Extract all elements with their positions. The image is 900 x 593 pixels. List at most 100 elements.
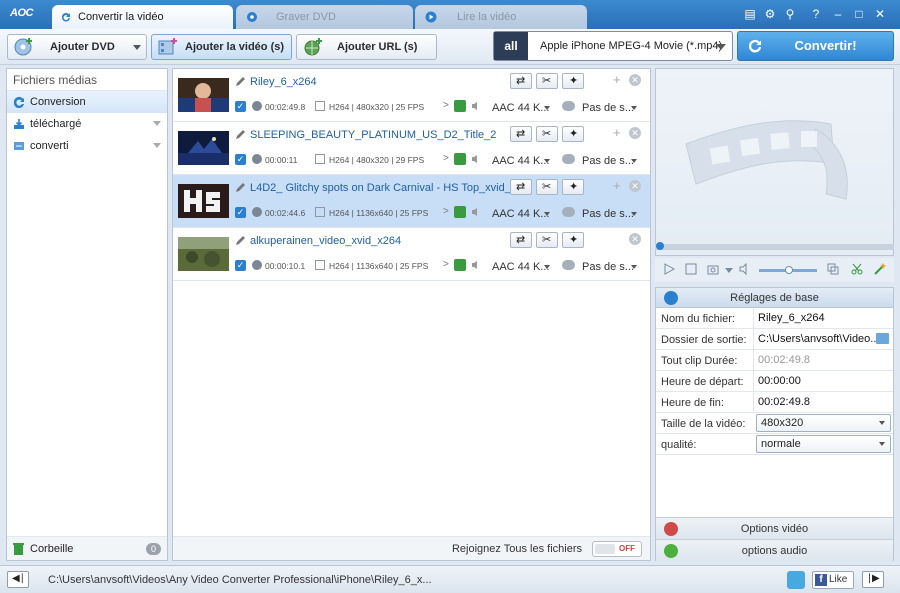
file-row[interactable]: alkuperainen_video_xvid_x264 ⇄ ✂ ✦ ✕ ✓ 0…: [173, 228, 650, 281]
close-icon[interactable]: ✕: [873, 7, 887, 21]
audio-track-select[interactable]: AAC 44 K...: [492, 261, 549, 273]
fullscreen-icon[interactable]: [827, 263, 839, 275]
seek-bar[interactable]: [655, 242, 894, 250]
remove-file-icon[interactable]: ✕: [629, 74, 641, 86]
clip-button[interactable]: ✂: [536, 126, 558, 142]
twitter-icon[interactable]: [787, 571, 805, 589]
chevron-down-icon[interactable]: [725, 268, 733, 273]
convert-format-button[interactable]: ⇄: [510, 179, 532, 195]
add-url-button[interactable]: Ajouter URL (s): [296, 34, 437, 60]
facebook-like-button[interactable]: f Like: [812, 571, 854, 589]
add-dvd-button[interactable]: Ajouter DVD: [7, 34, 147, 60]
output-profile-select[interactable]: all Apple iPhone MPEG-4 Movie (*.mp4): [493, 31, 733, 61]
video-options-button[interactable]: Options vidéo: [656, 517, 893, 539]
end-time-field[interactable]: 00:02:49.8: [753, 392, 893, 412]
quality-select[interactable]: normale: [756, 435, 891, 453]
minimize-icon[interactable]: –: [831, 7, 845, 21]
file-checkbox[interactable]: ✓: [235, 260, 246, 271]
clip-button[interactable]: ✂: [536, 179, 558, 195]
audio-track-select[interactable]: AAC 44 K...: [492, 155, 549, 167]
tools-icon[interactable]: ⚲: [783, 7, 797, 21]
convert-button[interactable]: Convertir!: [737, 31, 894, 61]
remove-file-icon[interactable]: ✕: [629, 180, 641, 192]
file-row[interactable]: Riley_6_x264 ⇄ ✂ ✦ + ✕ ✓ 00:02:49.8 H264…: [173, 69, 650, 122]
file-name[interactable]: SLEEPING_BEAUTY_PLATINUM_US_D2_Title_2: [250, 129, 496, 141]
convert-format-button[interactable]: ⇄: [510, 73, 532, 89]
add-output-icon[interactable]: +: [613, 178, 621, 193]
folder-icon[interactable]: [876, 333, 889, 344]
output-path[interactable]: C:\Users\anvsoft\Videos\Any Video Conver…: [48, 574, 432, 586]
chevron-down-icon[interactable]: [153, 121, 161, 126]
toggle-right-panel-button[interactable]: ∣▶: [862, 571, 884, 588]
add-output-icon[interactable]: +: [613, 125, 621, 140]
seek-knob[interactable]: [656, 242, 664, 250]
sidebar-item-conversion[interactable]: Conversion: [7, 91, 167, 113]
file-checkbox[interactable]: ✓: [235, 101, 246, 112]
start-time-field[interactable]: 00:00:00: [753, 371, 893, 391]
chevron-down-icon[interactable]: [153, 143, 161, 148]
effects-button[interactable]: ✦: [562, 232, 584, 248]
chevron-down-icon[interactable]: [631, 106, 637, 110]
basic-settings-header[interactable]: Réglages de base: [656, 288, 893, 308]
clip-button[interactable]: ✂: [536, 73, 558, 89]
file-name-field[interactable]: Riley_6_x264: [753, 308, 893, 328]
sidebar-item-downloaded[interactable]: téléchargé: [7, 113, 167, 135]
audio-track-select[interactable]: AAC 44 K...: [492, 208, 549, 220]
subtitle-select[interactable]: Pas de s...: [582, 155, 634, 167]
file-name[interactable]: Riley_6_x264: [250, 76, 317, 88]
rename-pencil-icon[interactable]: [235, 182, 245, 193]
subtitle-select[interactable]: Pas de s...: [582, 208, 634, 220]
tab-play-video[interactable]: Lire la vidéo: [415, 5, 587, 29]
chevron-down-icon[interactable]: [133, 45, 141, 50]
scissors-icon[interactable]: [851, 263, 863, 275]
output-folder-field[interactable]: C:\Users\anvsoft\Video...: [753, 329, 893, 349]
subtitle-select[interactable]: Pas de s...: [582, 261, 634, 273]
file-checkbox[interactable]: ✓: [235, 154, 246, 165]
subtitle-select[interactable]: Pas de s...: [582, 102, 634, 114]
stop-icon[interactable]: [685, 263, 697, 275]
settings-gear-icon[interactable]: ⚙: [763, 7, 777, 21]
toggle-left-panel-button[interactable]: ◀∣: [7, 571, 29, 588]
file-name[interactable]: alkuperainen_video_xvid_x264: [250, 235, 401, 247]
effects-button[interactable]: ✦: [562, 179, 584, 195]
rename-pencil-icon[interactable]: [235, 76, 245, 87]
camera-icon[interactable]: [707, 263, 719, 275]
chevron-down-icon[interactable]: [631, 212, 637, 216]
remove-file-icon[interactable]: ✕: [629, 127, 641, 139]
video-size-select[interactable]: 480x320: [756, 414, 891, 432]
chevron-down-icon[interactable]: [544, 212, 550, 216]
audio-track-select[interactable]: AAC 44 K...: [492, 102, 549, 114]
add-video-button[interactable]: Ajouter la vidéo (s): [151, 34, 292, 60]
trash-item[interactable]: Corbeille 0: [7, 536, 167, 560]
convert-format-button[interactable]: ⇄: [510, 232, 532, 248]
convert-format-button[interactable]: ⇄: [510, 126, 532, 142]
chevron-down-icon[interactable]: [631, 159, 637, 163]
chevron-down-icon[interactable]: [544, 159, 550, 163]
maximize-icon[interactable]: □: [852, 7, 866, 21]
add-output-icon[interactable]: +: [613, 72, 621, 87]
file-row[interactable]: SLEEPING_BEAUTY_PLATINUM_US_D2_Title_2 ⇄…: [173, 122, 650, 175]
file-row[interactable]: L4D2_ Glitchy spots on Dark Carnival - H…: [173, 175, 650, 228]
clip-button[interactable]: ✂: [536, 232, 558, 248]
play-icon[interactable]: [663, 263, 675, 275]
help-icon[interactable]: ?: [809, 7, 823, 21]
volume-knob[interactable]: [785, 266, 793, 274]
join-files-toggle[interactable]: OFF: [592, 541, 642, 557]
effects-button[interactable]: ✦: [562, 126, 584, 142]
volume-icon[interactable]: [739, 263, 751, 275]
tab-convert-video[interactable]: Convertir la vidéo: [52, 5, 233, 29]
file-checkbox[interactable]: ✓: [235, 207, 246, 218]
chevron-down-icon[interactable]: [544, 106, 550, 110]
remove-file-icon[interactable]: ✕: [629, 233, 641, 245]
chevron-down-icon[interactable]: [631, 265, 637, 269]
tab-burn-dvd[interactable]: Graver DVD: [236, 5, 413, 29]
rename-pencil-icon[interactable]: [235, 235, 245, 246]
rename-pencil-icon[interactable]: [235, 129, 245, 140]
volume-slider[interactable]: [759, 266, 817, 274]
audio-options-button[interactable]: options audio: [656, 539, 893, 561]
chevron-down-icon[interactable]: [544, 265, 550, 269]
register-icon[interactable]: ▤: [743, 7, 757, 21]
file-name[interactable]: L4D2_ Glitchy spots on Dark Carnival - H…: [250, 182, 520, 194]
effects-button[interactable]: ✦: [562, 73, 584, 89]
sidebar-item-converted[interactable]: converti: [7, 135, 167, 157]
